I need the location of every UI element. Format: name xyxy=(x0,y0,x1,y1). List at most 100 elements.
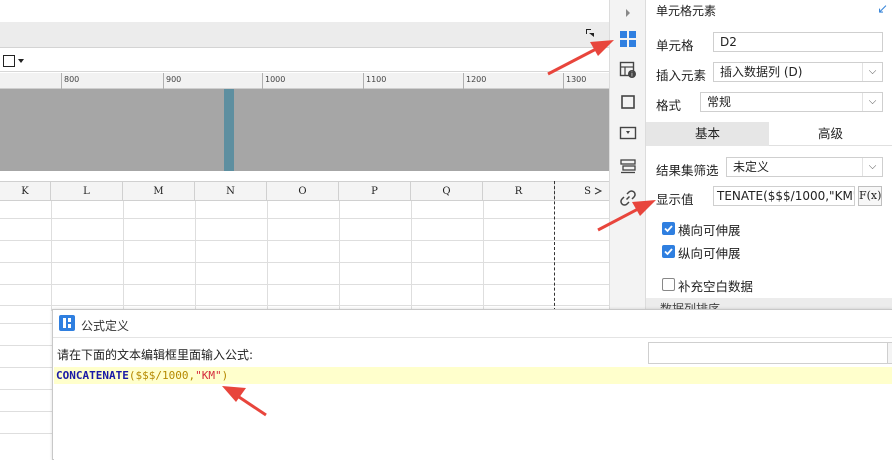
insert-element-label: 插入元素 xyxy=(656,68,707,83)
scroll-right-icon[interactable] xyxy=(593,186,603,196)
ruler-tick xyxy=(463,73,464,89)
insert-element-value: 插入数据列 (D) xyxy=(720,65,803,79)
dropdown-widget-icon[interactable] xyxy=(616,121,640,145)
dialog-title: 公式定义 xyxy=(81,319,130,333)
hyperlink-icon[interactable] xyxy=(616,186,640,210)
page-break-line xyxy=(554,181,555,311)
panel-header: 单元格元素 ↙ xyxy=(646,0,892,22)
column-header-p[interactable]: P xyxy=(339,182,411,201)
column-header-k[interactable]: K xyxy=(0,182,51,201)
ruler-label: 900 xyxy=(166,75,182,84)
sheet-tab-bar xyxy=(0,22,609,48)
grid-row-line xyxy=(0,323,52,324)
grid-row-line xyxy=(0,345,52,346)
border-dropdown-icon[interactable] xyxy=(2,53,28,69)
column-header-r[interactable]: R xyxy=(483,182,555,201)
cell-field[interactable]: D2 xyxy=(713,32,883,52)
display-value-label: 显示值 xyxy=(656,192,694,207)
app-logo-icon xyxy=(59,315,75,331)
grid-row-line xyxy=(0,433,52,434)
ruler-label: 1300 xyxy=(566,75,587,84)
formula-dialog: 公式定义 请在下面的文本编辑框里面输入公式: CONCATENATE($$$/1… xyxy=(52,309,892,460)
column-header-l[interactable]: L xyxy=(51,182,123,201)
insert-element-select[interactable]: 插入数据列 (D) ⌵ xyxy=(713,62,883,82)
grid-col-line xyxy=(51,201,52,311)
grid-row-line xyxy=(0,411,52,412)
chevron-down-icon[interactable]: ⌵ xyxy=(862,63,882,81)
grid-col-line xyxy=(339,201,340,311)
expand-arrow-icon[interactable] xyxy=(616,1,640,25)
search-button[interactable] xyxy=(887,342,892,364)
ruler-label: 1100 xyxy=(366,75,387,84)
column-header-m[interactable]: M xyxy=(123,182,195,201)
widget-icon[interactable] xyxy=(616,90,640,114)
display-value-field[interactable]: TENATE($$$/1000,"KM") xyxy=(713,186,855,206)
fill-blank-label: 补充空白数据 xyxy=(678,279,754,294)
formula-button[interactable]: F(x) xyxy=(858,186,882,206)
format-label: 格式 xyxy=(656,98,682,113)
dialog-titlebar: 公式定义 xyxy=(53,310,892,338)
ruler-tick xyxy=(163,73,164,89)
grid-col-line xyxy=(483,201,484,311)
grid-row-line xyxy=(0,262,609,263)
ruler-tick xyxy=(61,73,62,89)
corner-arrow-icon[interactable] xyxy=(585,28,595,38)
column-marker xyxy=(224,89,234,171)
function-search-input[interactable] xyxy=(648,342,888,364)
column-header-n[interactable]: N xyxy=(195,182,267,201)
horizontal-expand-checkbox[interactable] xyxy=(662,222,675,235)
grid-row-line xyxy=(0,240,609,241)
grid-col-line xyxy=(411,201,412,311)
cell-attribute-icon[interactable]: i xyxy=(616,58,640,82)
column-header-q[interactable]: Q xyxy=(411,182,483,201)
ruler-tick xyxy=(262,73,263,89)
sheet-grid[interactable] xyxy=(0,201,609,311)
chevron-down-icon[interactable]: ⌵ xyxy=(862,158,882,176)
formula-arg2: "KM" xyxy=(195,369,222,382)
grid-row-line xyxy=(0,367,52,368)
chevron-down-icon[interactable]: ⌵ xyxy=(862,93,882,111)
panel-tabs: 基本 高级 xyxy=(646,122,892,146)
top-strip xyxy=(0,0,609,22)
condition-icon[interactable] xyxy=(616,154,640,178)
result-filter-label: 结果集筛选 xyxy=(656,163,719,178)
horizontal-expand-label: 横向可伸展 xyxy=(678,223,741,238)
ruler-tick xyxy=(563,73,564,89)
sheet-left-strip xyxy=(0,311,52,460)
check-icon xyxy=(664,248,673,256)
formula-arg1: $$$/1000 xyxy=(135,369,189,382)
dialog-prompt: 请在下面的文本编辑框里面输入公式: xyxy=(57,348,254,362)
formula-editor-line[interactable]: CONCATENATE($$$/1000,"KM") xyxy=(54,367,892,384)
vertical-expand-checkbox[interactable] xyxy=(662,245,675,258)
panel-title: 单元格元素 xyxy=(656,4,717,18)
grid-col-line xyxy=(195,201,196,311)
ruler-label: 1000 xyxy=(265,75,286,84)
grid-row-line xyxy=(0,284,609,285)
fill-blank-checkbox[interactable] xyxy=(662,278,675,291)
result-filter-select[interactable]: 未定义 ⌵ xyxy=(726,157,883,177)
formula-close-paren: ) xyxy=(221,369,229,382)
cell-element-icon[interactable] xyxy=(616,27,640,51)
ruler-tick xyxy=(363,73,364,89)
column-header-o[interactable]: O xyxy=(267,182,339,201)
grid-row-line xyxy=(0,389,52,390)
vertical-expand-label: 纵向可伸展 xyxy=(678,246,741,261)
tab-basic[interactable]: 基本 xyxy=(646,122,769,146)
ruler-label: 1200 xyxy=(466,75,487,84)
column-headers: K L M N O P Q R S xyxy=(0,181,609,201)
ruler-label: 800 xyxy=(64,75,80,84)
tab-advanced[interactable]: 高级 xyxy=(769,122,892,146)
formula-editor-body[interactable] xyxy=(54,384,892,460)
format-toolbar xyxy=(0,49,609,72)
result-filter-value: 未定义 xyxy=(733,160,770,174)
horizontal-ruler: 800 900 1000 1100 1200 1300 xyxy=(0,73,609,89)
format-select[interactable]: 常规 ⌵ xyxy=(700,92,883,112)
report-canvas[interactable] xyxy=(0,89,609,171)
column-header-s[interactable]: S xyxy=(555,182,593,201)
grid-row-line xyxy=(0,305,609,306)
grid-row-line xyxy=(0,218,609,219)
check-icon xyxy=(664,225,673,233)
pin-icon[interactable]: ↙ xyxy=(877,2,888,17)
cell-label: 单元格 xyxy=(656,38,694,53)
grid-col-line xyxy=(123,201,124,311)
